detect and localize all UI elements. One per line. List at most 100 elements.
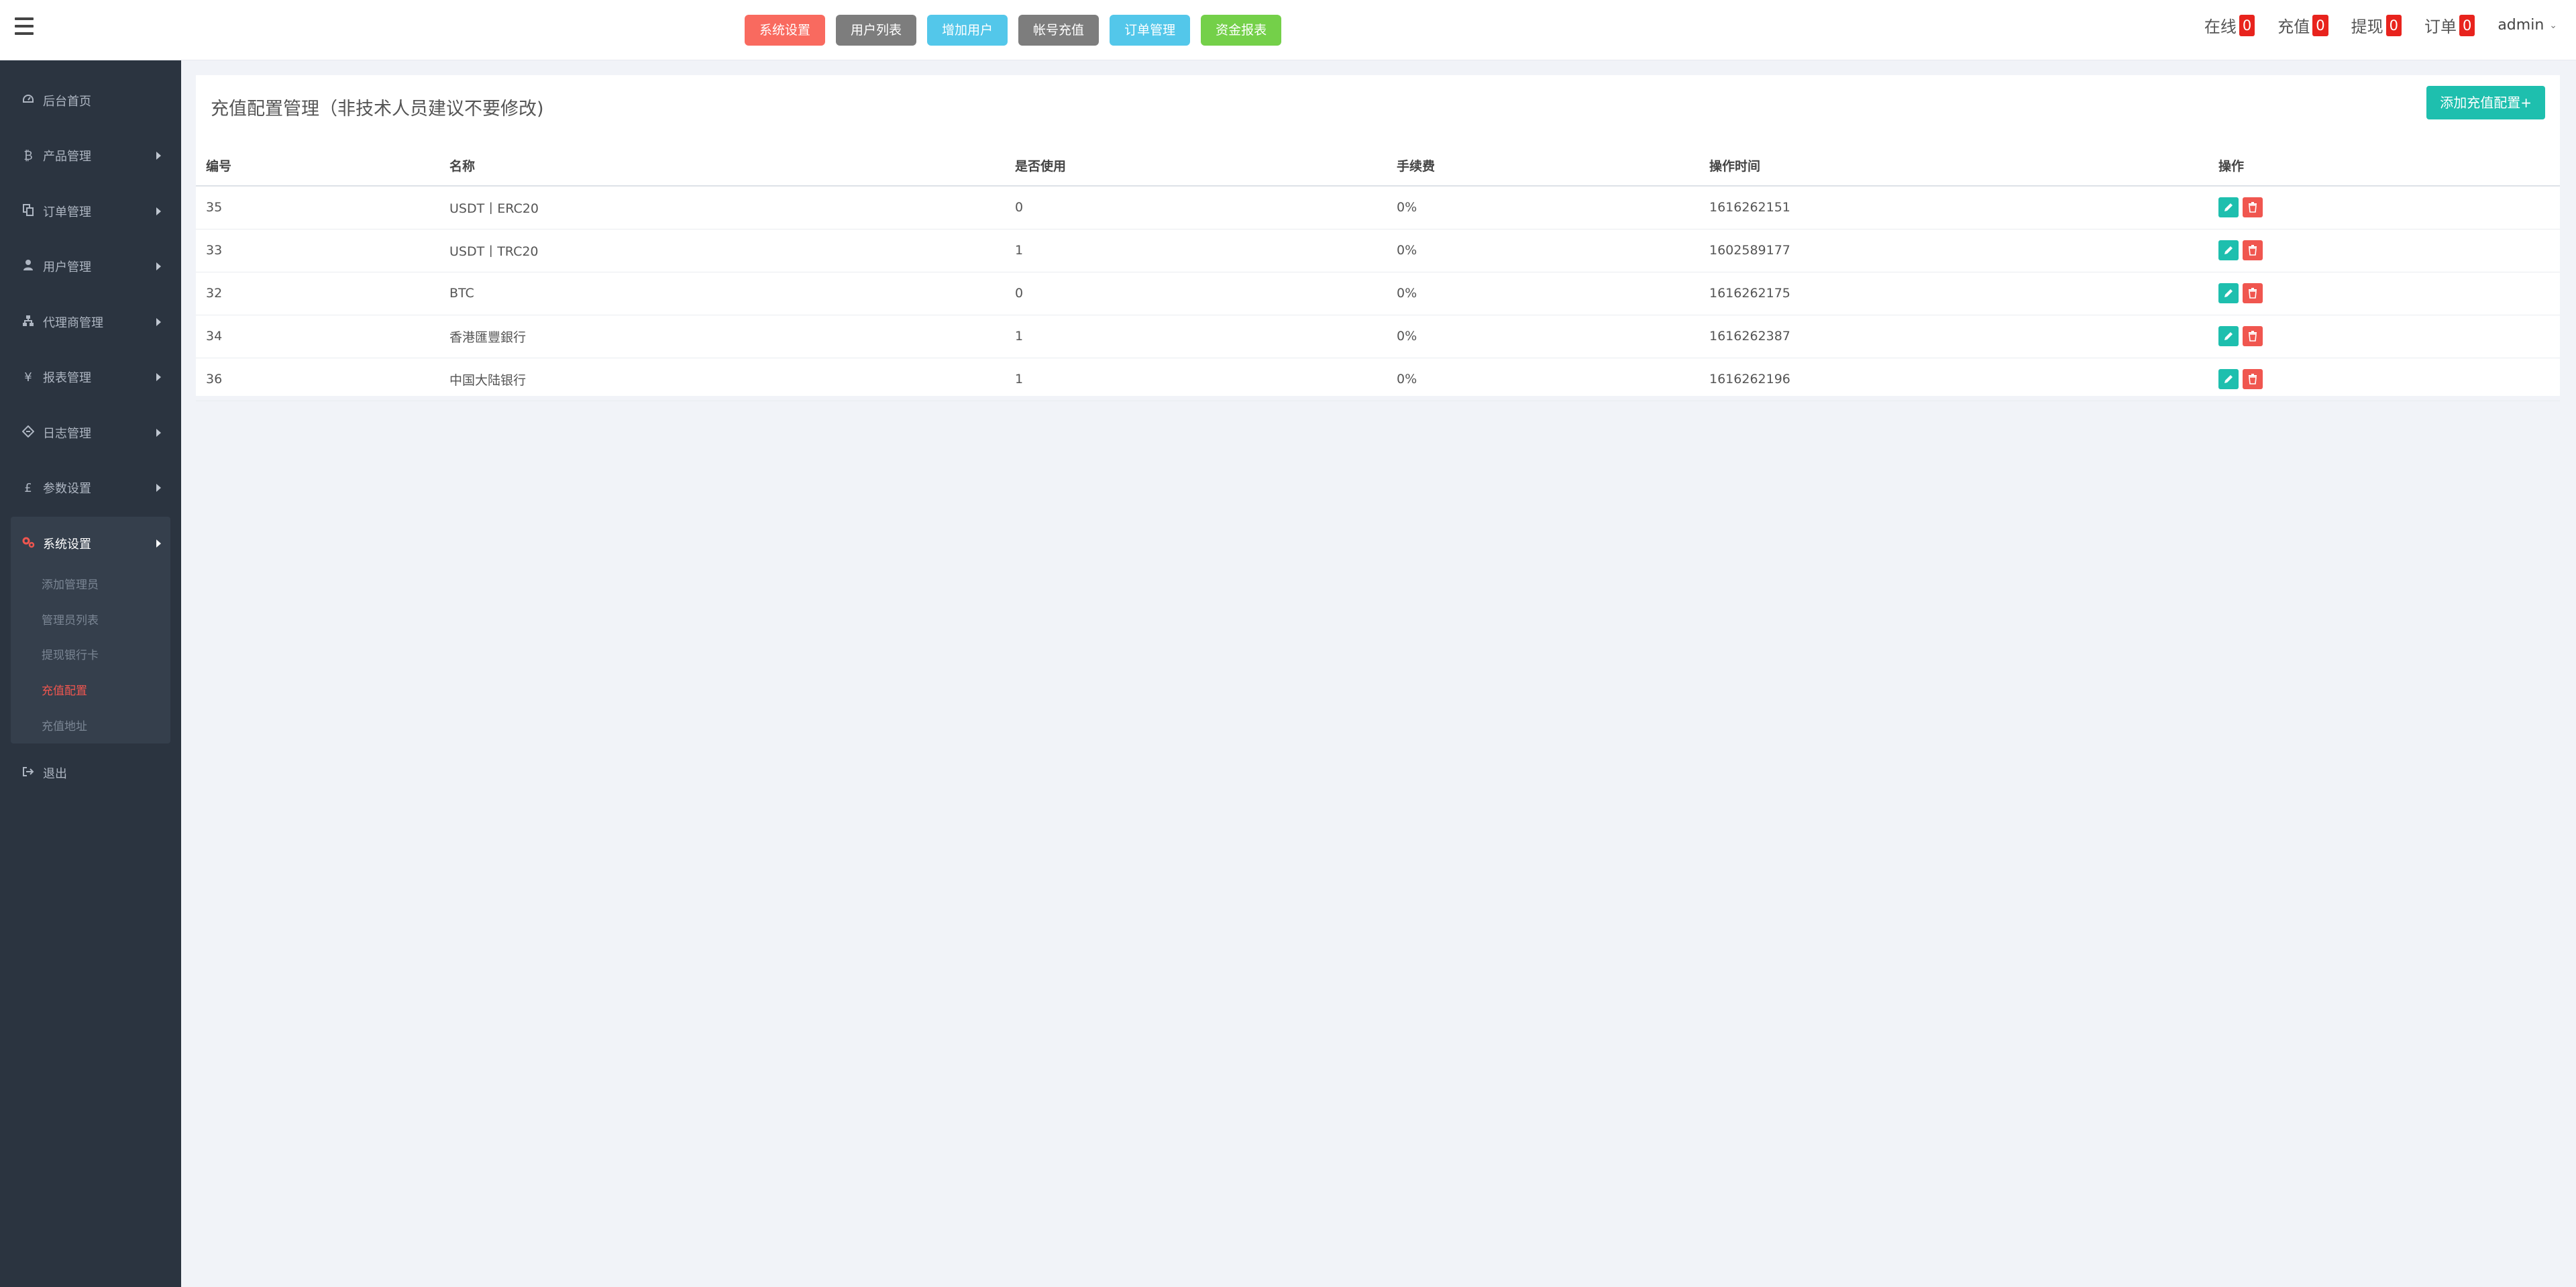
- status-recharge-label: 充值: [2277, 17, 2310, 36]
- quick-user-list-button[interactable]: 用户列表: [836, 15, 917, 46]
- pencil-icon: [2224, 246, 2233, 254]
- sidebar-item-label: 订单管理: [43, 205, 91, 219]
- column-header-in-use: 是否使用: [1005, 146, 1387, 187]
- status-recharge[interactable]: 充值 0: [2277, 13, 2328, 37]
- quick-order-management-button[interactable]: 订单管理: [1110, 15, 1191, 46]
- cell-actions: [2208, 315, 2560, 358]
- submenu-recharge-address[interactable]: 充值地址: [42, 717, 87, 733]
- cell-name: USDT丨ERC20: [439, 186, 1005, 229]
- submenu-recharge-config[interactable]: 充值配置: [42, 681, 87, 698]
- quick-system-settings-button[interactable]: 系统设置: [745, 15, 826, 46]
- row-actions: [2218, 326, 2560, 346]
- user-icon: [20, 259, 36, 274]
- cell-time: 1616262151: [1699, 186, 2208, 229]
- row-actions: [2218, 283, 2560, 303]
- sidebar-item-logs[interactable]: 日志管理: [0, 414, 181, 452]
- delete-button[interactable]: [2243, 326, 2263, 346]
- column-header-fee: 手续费: [1387, 146, 1699, 187]
- table-row: 33 USDT丨TRC20 1 0% 1602589177: [196, 229, 2560, 272]
- cell-time: 1616262387: [1699, 315, 2208, 358]
- cell-name: 中国大陆银行: [439, 358, 1005, 401]
- user-menu[interactable]: admin ⌄: [2498, 17, 2557, 34]
- delete-button[interactable]: [2243, 369, 2263, 389]
- sidebar: 后台首页 ₿ 产品管理 订单管理 用户管理 代理商管理 ¥ 报表管理 日志管理: [0, 60, 181, 1287]
- sidebar-item-label: 退出: [43, 767, 67, 781]
- quick-account-recharge-button[interactable]: 帐号充值: [1018, 15, 1099, 46]
- sidebar-item-orders[interactable]: 订单管理: [0, 193, 181, 230]
- sidebar-item-system-settings[interactable]: 系统设置: [11, 525, 170, 562]
- cell-time: 1616262175: [1699, 272, 2208, 315]
- gears-icon: [20, 536, 36, 552]
- quick-action-bar: 系统设置 用户列表 增加用户 帐号充值 订单管理 资金报表: [745, 15, 1282, 46]
- sidebar-item-label: 系统设置: [43, 537, 91, 552]
- cell-in-use: 1: [1005, 358, 1387, 401]
- recharge-config-panel: 充值配置管理（非技术人员建议不要修改) 添加充值配置+ 编号 名称 是否使用 手…: [196, 75, 2560, 401]
- sidebar-item-agents[interactable]: 代理商管理: [0, 303, 181, 341]
- pencil-icon: [2224, 203, 2233, 212]
- row-actions: [2218, 197, 2560, 218]
- caret-right-icon: [156, 539, 161, 548]
- delete-button[interactable]: [2243, 240, 2263, 260]
- trash-icon: [2249, 202, 2257, 213]
- delete-button[interactable]: [2243, 283, 2263, 303]
- cell-actions: [2208, 272, 2560, 315]
- status-withdraw[interactable]: 提现 0: [2351, 13, 2402, 37]
- submenu-admin-list[interactable]: 管理员列表: [42, 611, 99, 627]
- user-name: admin: [2498, 17, 2544, 34]
- status-online-label: 在线: [2204, 17, 2237, 36]
- submenu-withdraw-cards[interactable]: 提现银行卡: [42, 646, 99, 662]
- cell-id: 36: [196, 358, 439, 401]
- status-withdraw-label: 提现: [2351, 17, 2383, 36]
- cell-id: 34: [196, 315, 439, 358]
- ticket-icon: [20, 425, 36, 441]
- menu-line: [15, 17, 34, 20]
- caret-right-icon: [156, 152, 161, 160]
- quick-fund-report-button[interactable]: 资金报表: [1201, 15, 1282, 46]
- caret-right-icon: [156, 429, 161, 437]
- dashboard-icon: [20, 94, 36, 108]
- status-online-badge: 0: [2239, 14, 2255, 36]
- edit-button[interactable]: [2218, 197, 2239, 218]
- bitcoin-icon: ₿: [23, 148, 33, 163]
- sidebar-item-logout[interactable]: 退出: [0, 754, 181, 792]
- edit-button[interactable]: [2218, 369, 2239, 389]
- status-orders-label: 订单: [2424, 17, 2457, 36]
- sidebar-item-products[interactable]: ₿ 产品管理: [0, 137, 181, 174]
- sidebar-item-label: 后台首页: [43, 95, 91, 109]
- table-row: 32 BTC 0 0% 1616262175: [196, 272, 2560, 315]
- sidebar-item-users[interactable]: 用户管理: [0, 248, 181, 285]
- add-recharge-config-button[interactable]: 添加充值配置+: [2426, 86, 2545, 119]
- row-actions: [2218, 369, 2560, 389]
- table-row: 34 香港匯豐銀行 1 0% 1616262387: [196, 315, 2560, 358]
- caret-right-icon: [156, 373, 161, 381]
- cell-in-use: 0: [1005, 186, 1387, 229]
- delete-button[interactable]: [2243, 197, 2263, 218]
- copy-icon: [20, 203, 36, 219]
- status-orders[interactable]: 订单 0: [2424, 13, 2475, 37]
- pound-icon: £: [24, 480, 32, 495]
- trash-icon: [2249, 245, 2257, 256]
- edit-button[interactable]: [2218, 326, 2239, 346]
- cell-name: 香港匯豐銀行: [439, 315, 1005, 358]
- recharge-config-table: 编号 名称 是否使用 手续费 操作时间 操作 35 USDT丨ERC20 0 0…: [196, 146, 2560, 401]
- sidebar-item-label: 参数设置: [43, 482, 91, 496]
- sidebar-item-reports[interactable]: ¥ 报表管理: [0, 358, 181, 396]
- column-header-id: 编号: [196, 146, 439, 187]
- yen-icon: ¥: [24, 370, 32, 384]
- sidebar-item-home[interactable]: 后台首页: [0, 82, 181, 119]
- caret-right-icon: [156, 207, 161, 215]
- edit-button[interactable]: [2218, 240, 2239, 260]
- edit-button[interactable]: [2218, 283, 2239, 303]
- submenu-add-admin[interactable]: 添加管理员: [42, 575, 99, 592]
- table-header-row: 编号 名称 是否使用 手续费 操作时间 操作: [196, 146, 2560, 187]
- menu-toggle-icon[interactable]: [15, 17, 34, 35]
- caret-right-icon: [156, 318, 161, 326]
- cell-fee: 0%: [1387, 229, 1699, 272]
- trash-icon: [2249, 288, 2257, 299]
- sidebar-item-parameters[interactable]: £ 参数设置: [0, 469, 181, 507]
- quick-add-user-button[interactable]: 增加用户: [927, 15, 1008, 46]
- pencil-icon: [2224, 289, 2233, 297]
- sidebar-item-label: 代理商管理: [43, 316, 103, 330]
- pencil-icon: [2224, 375, 2233, 383]
- status-online[interactable]: 在线 0: [2204, 13, 2255, 37]
